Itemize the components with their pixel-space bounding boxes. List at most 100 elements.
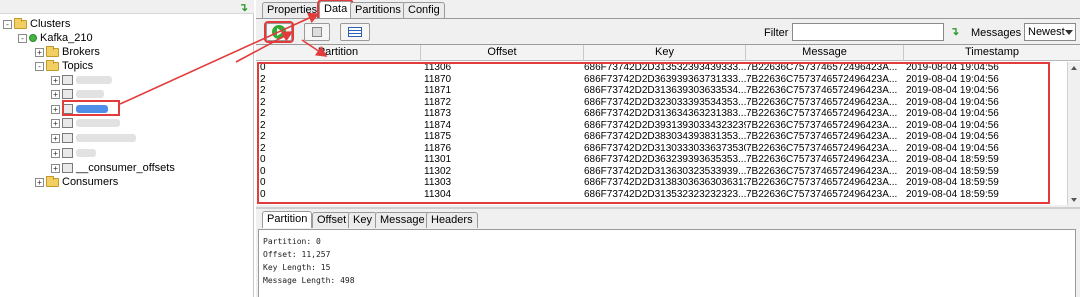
tree-node-topic[interactable]: + [51, 73, 112, 87]
detail-content: Partition: 0 Offset: 11,257 Key Length: … [258, 229, 1076, 297]
stop-button[interactable] [304, 23, 330, 41]
folder-open-icon [46, 59, 59, 71]
tab-config[interactable]: Config [403, 2, 445, 18]
tree-node-topic[interactable]: + [51, 116, 120, 130]
run-query-button[interactable] [264, 21, 294, 43]
tab-partitions[interactable]: Partitions [350, 2, 406, 18]
scroll-down-icon[interactable] [1071, 198, 1077, 202]
refresh-arrow-icon[interactable]: ↴ [239, 1, 248, 14]
table-row[interactable]: 0 11306 686F73742D2D313532393439333... 7B22… [256, 62, 1064, 74]
vertical-scrollbar[interactable] [1067, 62, 1080, 205]
expand-toggle-icon[interactable]: + [51, 163, 60, 173]
detail-tab-key[interactable]: Key [348, 212, 377, 228]
tree-label-topics: Topics [62, 60, 94, 72]
tree-label-cluster: Kafka_210 [40, 32, 93, 44]
detail-partition-line: Partition: 0 [263, 237, 321, 246]
table-row[interactable]: 0 11302 686F73742D2D313630323533939... 7B22… [256, 166, 1064, 178]
table-row[interactable]: 0 11301 686F73742D2D363239393635353... 7B22… [256, 154, 1064, 166]
cell-offset: 11870 [424, 73, 452, 85]
cell-key: 686F73742D2D363939363731333... [584, 73, 746, 85]
cell-key: 686F73742D2D313532323232323... [584, 188, 746, 200]
column-header-key[interactable]: Key [584, 45, 746, 61]
table-row[interactable]: 0 11304 686F73742D2D313532323232323... 7B22… [256, 189, 1064, 201]
selected-topic-highlight-box [62, 100, 120, 116]
cell-timestamp: 2019-08-04 18:59:59 [906, 188, 999, 200]
tab-properties[interactable]: Properties [262, 2, 323, 18]
detail-tab-message[interactable]: Message [375, 212, 430, 228]
filter-label: Filter [764, 27, 789, 39]
collapse-toggle-icon[interactable]: - [35, 61, 44, 71]
cell-timestamp: 2019-08-04 19:04:56 [906, 73, 999, 85]
column-header-offset[interactable]: Offset [421, 45, 584, 61]
collapse-toggle-icon[interactable]: - [18, 33, 27, 43]
tree-node-clusters[interactable]: - Clusters [3, 17, 70, 31]
play-icon [272, 25, 286, 39]
table-row[interactable]: 2 11873 686F73742D2D313634363231383... 7B22… [256, 108, 1064, 120]
table-row[interactable]: 2 11871 686F73742D2D313639303633534... 7B22… [256, 85, 1064, 97]
expand-toggle-icon[interactable]: + [51, 133, 60, 143]
expand-toggle-icon[interactable]: + [51, 104, 60, 114]
table-row[interactable]: 0 11303 686F73742D2D313830363630363131... 7… [256, 177, 1064, 189]
tree-node-cluster-kafka[interactable]: - Kafka_210 [18, 31, 93, 45]
tree-label-brokers: Brokers [62, 46, 100, 58]
table-view-icon [348, 27, 362, 37]
detail-message-length-line: Message Length: 498 [263, 276, 355, 285]
detail-tab-partition[interactable]: Partition [262, 211, 313, 228]
column-header-message[interactable]: Message [746, 45, 904, 61]
tree-node-brokers[interactable]: + Brokers [35, 45, 100, 59]
cell-timestamp: 2019-08-04 19:04:56 [906, 96, 999, 108]
detail-key-length-line: Key Length: 15 [263, 263, 331, 272]
expand-toggle-icon[interactable]: + [35, 47, 44, 57]
cell-partition: 0 [260, 154, 266, 165]
cell-message: 7B22636C7573746572496423A... [746, 142, 898, 154]
table-row[interactable]: 2 11872 686F73742D2D323033393534353... 7B22… [256, 97, 1064, 109]
expand-toggle-icon[interactable]: + [51, 75, 60, 85]
table-row[interactable]: 2 11870 686F73742D2D363939363731333... 7B22… [256, 74, 1064, 86]
tree-label-consumers: Consumers [62, 176, 119, 188]
cell-timestamp: 2019-08-04 19:04:56 [906, 119, 999, 131]
cell-timestamp: 2019-08-04 19:04:56 [906, 62, 999, 73]
cell-message: 7B22636C7573746572496423A... [746, 108, 898, 119]
tree-node-consumer-offsets[interactable]: + __consumer_offsets [51, 161, 175, 175]
tree-node-topics[interactable]: - Topics [35, 59, 93, 73]
cell-key: 686F73742D2D313532393439333... [584, 62, 746, 73]
tree-node-consumers[interactable]: + Consumers [35, 175, 118, 189]
expand-toggle-icon[interactable]: + [51, 148, 60, 158]
cell-message: 7B22636C7573746572496423A... [746, 62, 898, 73]
table-row[interactable]: 2 11874 686F73742D2D3931393033432323933 7B2… [256, 120, 1064, 132]
apply-filter-arrow-icon[interactable]: ↴ [950, 25, 959, 38]
messages-label: Messages [971, 27, 1022, 39]
detail-tab-offset[interactable]: Offset [312, 212, 352, 228]
view-toggle-button[interactable] [340, 23, 370, 41]
tree-node-topic[interactable]: + [51, 131, 136, 145]
data-toolbar: Filter ↴ Messages Newest [256, 18, 1080, 44]
expand-toggle-icon[interactable]: + [51, 118, 60, 128]
expand-toggle-icon[interactable]: + [35, 177, 44, 187]
table-row[interactable]: 2 11876 686F73742D2D313033303363735303... 7… [256, 143, 1064, 155]
redacted-topic-name [76, 76, 112, 85]
column-header-partition[interactable]: Partition [256, 45, 421, 61]
cell-timestamp: 2019-08-04 19:04:56 [906, 131, 999, 142]
column-header-timestamp[interactable]: Timestamp [904, 45, 1080, 61]
cell-key: 686F73742D2D313634363231383... [584, 108, 746, 119]
cell-partition: 2 [260, 142, 266, 154]
cell-partition: 2 [260, 73, 266, 85]
detail-tab-headers[interactable]: Headers [426, 212, 478, 228]
collapse-toggle-icon[interactable]: - [3, 19, 12, 29]
cell-partition: 2 [260, 96, 266, 108]
grid-rows: 0 11306 686F73742D2D313532393439333... 7B22… [256, 62, 1064, 200]
tree-node-topic[interactable]: + [51, 146, 96, 160]
scroll-up-icon[interactable] [1071, 66, 1077, 70]
table-row[interactable]: 2 11875 686F73742D2D383034393831353... 7B22… [256, 131, 1064, 143]
expand-toggle-icon[interactable]: + [51, 89, 60, 99]
stop-icon [312, 27, 322, 37]
cell-timestamp: 2019-08-04 19:04:56 [906, 108, 999, 119]
tab-data[interactable]: Data [316, 0, 355, 20]
folder-open-icon [14, 17, 27, 29]
cell-message: 7B22636C7573746572496423A... [746, 131, 898, 142]
filter-input[interactable] [792, 23, 944, 41]
messages-select[interactable]: Newest [1024, 23, 1076, 41]
redacted-topic-name [76, 119, 120, 128]
tree-node-topic[interactable]: + [51, 87, 104, 101]
topic-icon [62, 133, 73, 144]
